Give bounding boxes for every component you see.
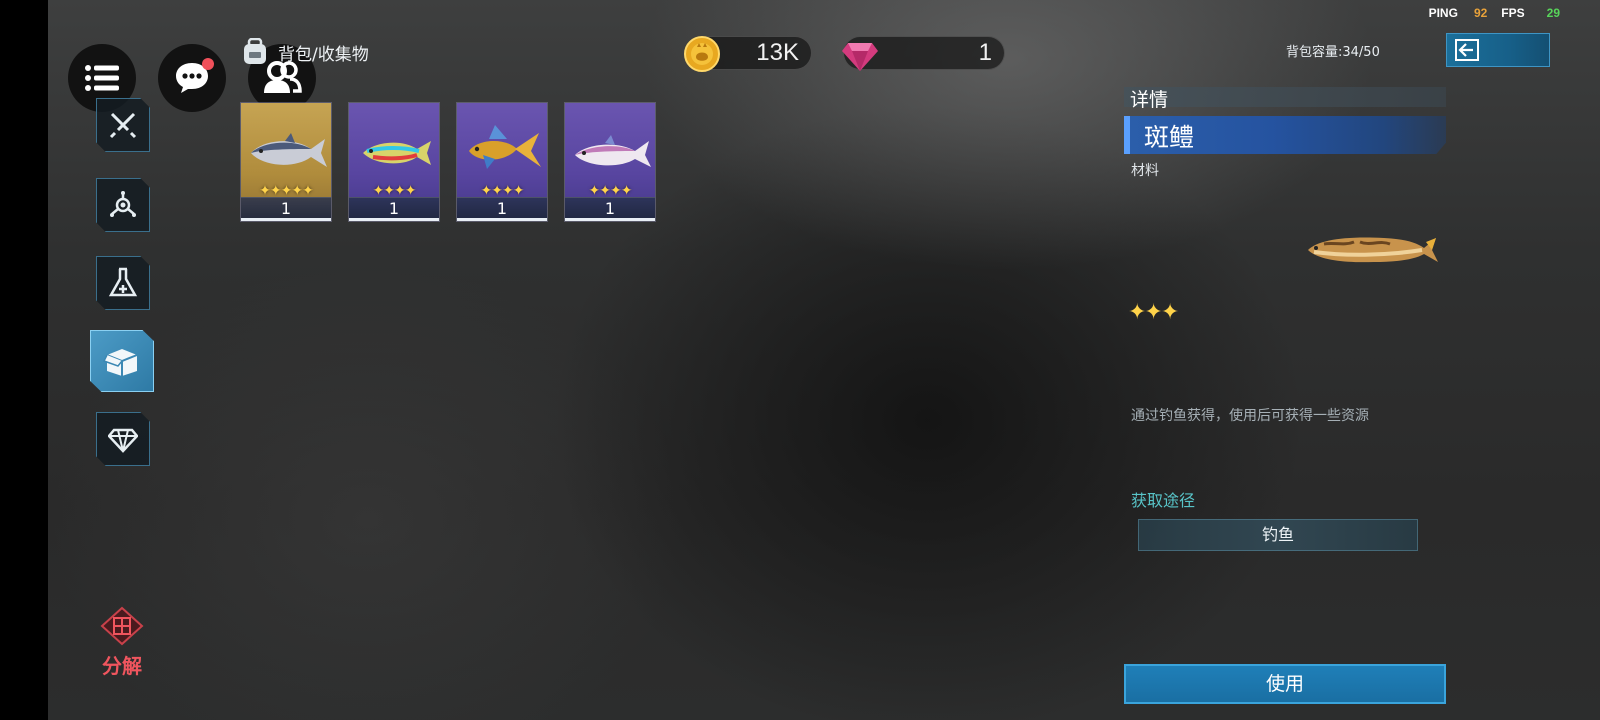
diamond-icon <box>108 428 138 453</box>
pink-fish-icon <box>575 135 651 167</box>
coin-icon <box>684 36 720 72</box>
decompose-label: 分解 <box>102 654 142 678</box>
swords-icon <box>109 112 137 139</box>
item-description: 通过钓鱼获得，使用后可获得一些资源 <box>1131 408 1369 424</box>
breadcrumb-text: 背包/收集物 <box>278 44 369 65</box>
item-slot-goldfish[interactable]: ✦✦✦✦ 1 <box>456 102 548 222</box>
perf-overlay: PING 92 FPS 29 <box>1429 6 1560 20</box>
gem-icon <box>842 43 878 71</box>
box-icon <box>103 349 138 376</box>
detail-header: 详情 <box>1124 87 1446 111</box>
network-icon <box>110 191 136 217</box>
snakehead-fish-icon <box>1308 237 1438 263</box>
menu-icon <box>85 65 119 91</box>
decompose-icon <box>100 606 144 646</box>
bag-capacity: 背包容量:34/50 <box>1286 45 1380 60</box>
obtain-title: 获取途径 <box>1131 491 1196 510</box>
neon-fish-icon <box>363 141 431 165</box>
breadcrumb: 背包/收集物 <box>240 38 369 66</box>
tuna-icon <box>251 133 327 167</box>
goldfish-icon <box>469 125 541 169</box>
nav-gems[interactable] <box>96 412 150 466</box>
obtain-method-button[interactable]: 钓鱼 <box>1138 519 1418 551</box>
coin-counter: 13K <box>684 36 812 72</box>
back-arrow-icon <box>1455 39 1479 61</box>
decompose-button[interactable]: 分解 <box>92 606 152 679</box>
item-slot-pink-fish[interactable]: ✦✦✦✦ 1 <box>564 102 656 222</box>
item-rarity-stars: ✦✦✦ <box>1128 300 1179 325</box>
gem-value: 1 <box>978 39 992 66</box>
nav-network[interactable] <box>96 178 150 232</box>
ping-value: 92 <box>1473 6 1488 20</box>
nav-potions[interactable] <box>96 256 150 310</box>
item-count: 1 <box>241 197 331 221</box>
item-slot-neon-fish[interactable]: ✦✦✦✦ 1 <box>348 102 440 222</box>
item-name: 斑鳢 <box>1144 123 1195 152</box>
gem-counter: 1 <box>842 36 1005 71</box>
backpack-icon <box>244 38 266 64</box>
flask-icon <box>108 267 138 297</box>
back-button[interactable] <box>1446 33 1550 67</box>
notification-dot <box>202 58 214 70</box>
item-count: 1 <box>349 197 439 221</box>
ping-label: PING <box>1428 6 1458 20</box>
fps-value: 29 <box>1546 6 1560 20</box>
item-count: 1 <box>565 197 655 221</box>
item-slot-tuna[interactable]: ✦✦✦✦✦ 1 <box>240 102 332 222</box>
nav-collectibles[interactable] <box>90 330 154 392</box>
fps-label: FPS <box>1501 6 1525 20</box>
game-screen: PING 92 FPS 29 背包/收集物 13K 1 背包容量:34/50 分… <box>48 0 1600 720</box>
detail-header-title: 详情 <box>1130 89 1169 111</box>
item-type: 材料 <box>1131 163 1159 179</box>
item-count: 1 <box>457 197 547 221</box>
friends-icon <box>264 61 302 93</box>
use-button[interactable]: 使用 <box>1124 664 1446 704</box>
chat-button[interactable] <box>158 44 226 112</box>
nav-equipment[interactable] <box>96 98 150 152</box>
coin-value: 13K <box>756 39 799 66</box>
detail-name-banner: 斑鳢 <box>1124 116 1446 154</box>
